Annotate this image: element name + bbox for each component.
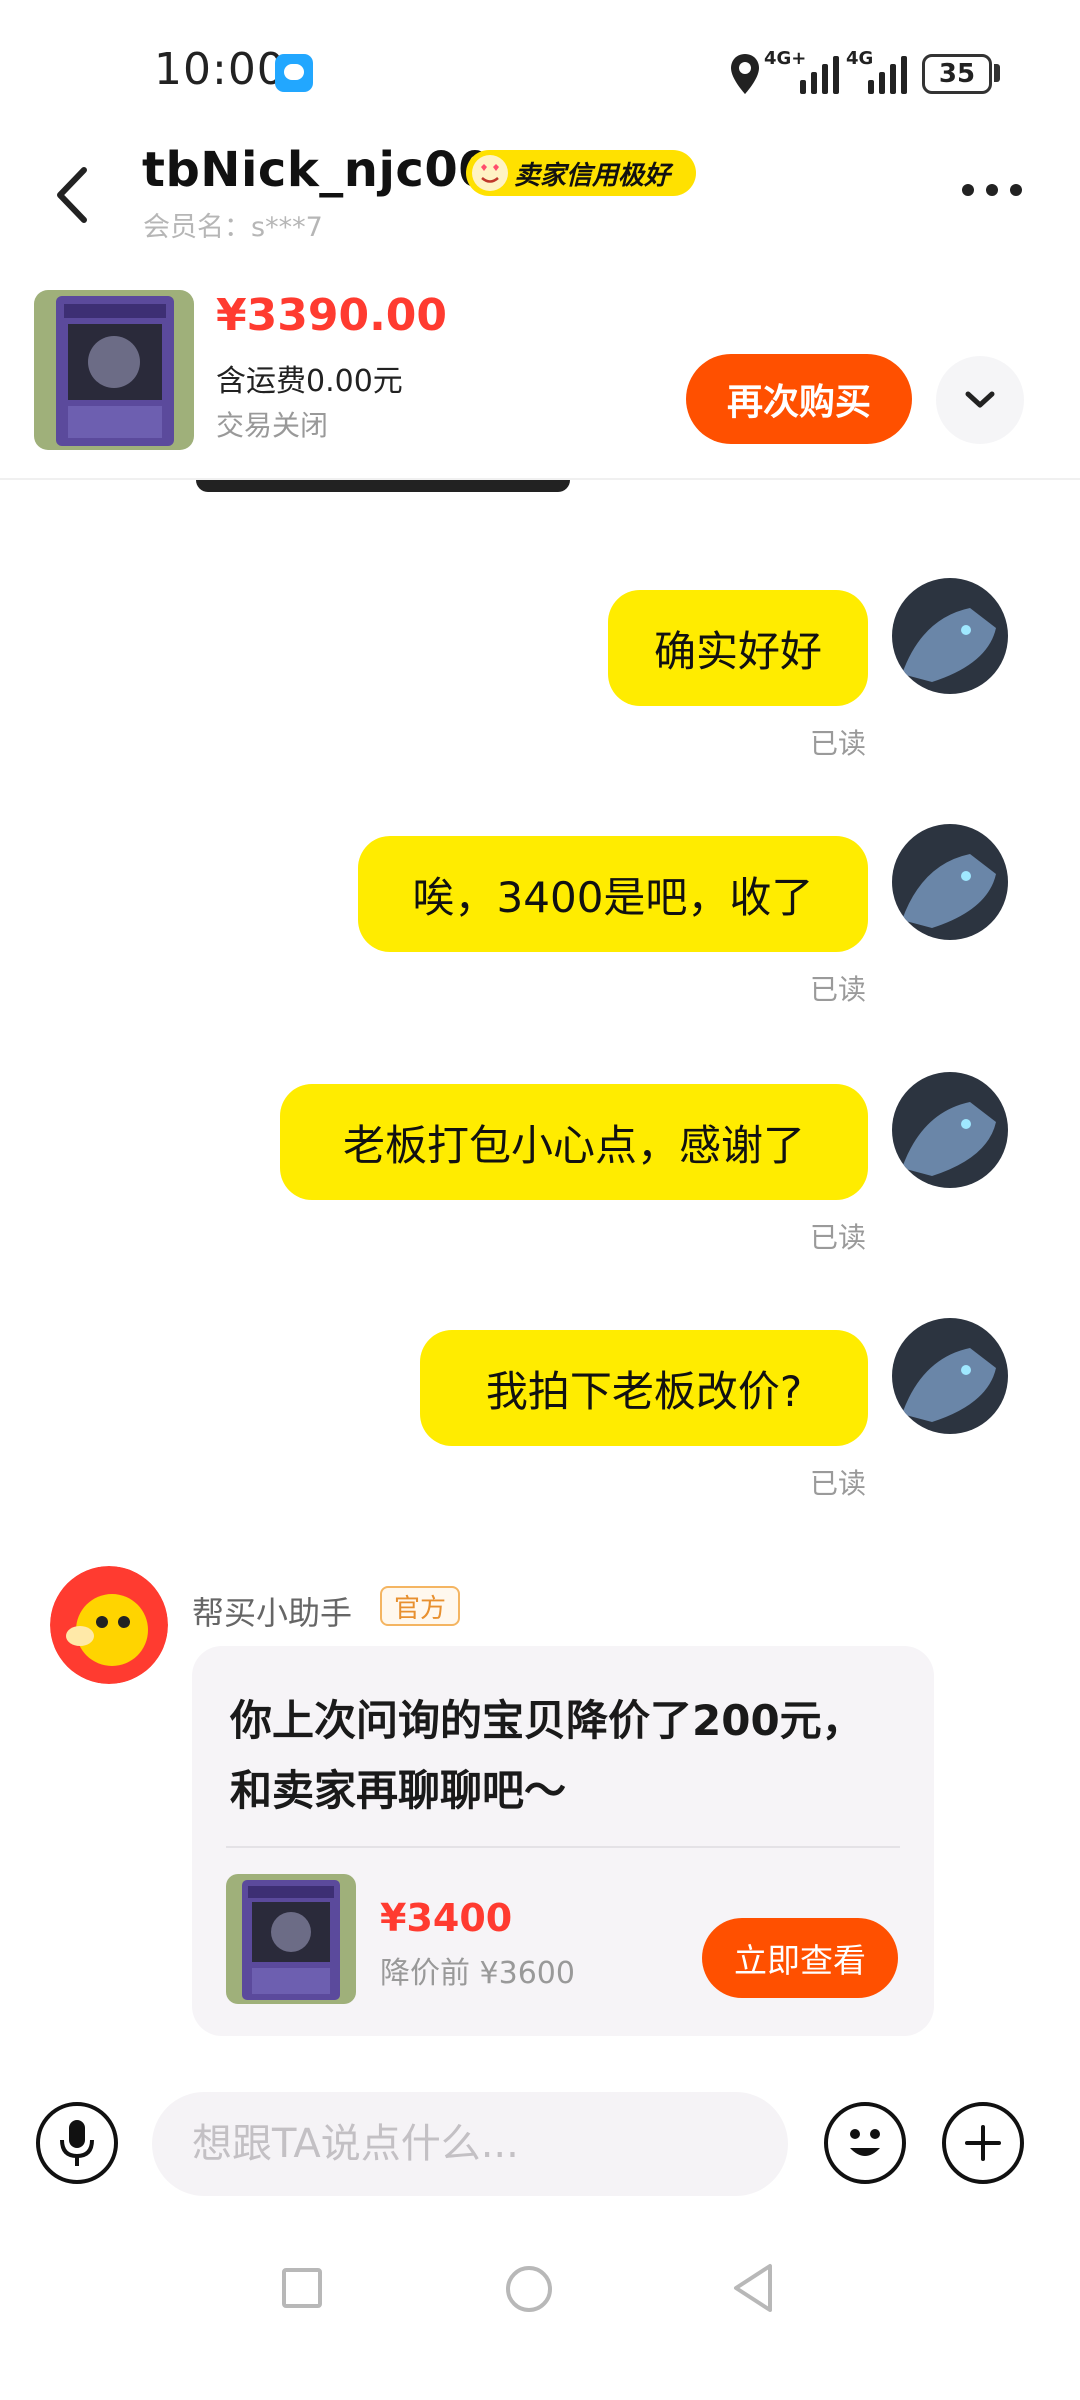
credit-badge-label: 卖家信用极好 (514, 160, 671, 191)
seller-name[interactable]: tbNick_njc00 (142, 142, 492, 198)
voice-button[interactable] (36, 2102, 118, 2184)
recents-icon[interactable] (282, 2268, 322, 2308)
message-input[interactable] (152, 2092, 788, 2196)
expand-button[interactable] (936, 356, 1024, 444)
previous-image-message[interactable] (196, 480, 570, 492)
card-old-price: 降价前 ¥3600 (380, 1956, 575, 1991)
status-time: 10:00 (154, 44, 286, 95)
emoji-icon (850, 2129, 880, 2156)
back-nav-icon[interactable] (730, 2262, 776, 2314)
location-icon (731, 54, 759, 94)
read-status: 已读 (810, 727, 867, 760)
card-image (34, 290, 194, 450)
battery-tip (994, 64, 1000, 82)
signal-bars-1 (800, 54, 839, 94)
read-status: 已读 (810, 1221, 867, 1254)
card-message: 你上次问询的宝贝降价了200元，和卖家再聊聊吧～ (230, 1696, 864, 1815)
user-avatar[interactable] (892, 1318, 1008, 1434)
member-name: 会员名：s***7 (143, 212, 323, 243)
user-avatar[interactable] (892, 1072, 1008, 1188)
plus-button[interactable] (942, 2102, 1024, 2184)
chevron-down-icon (965, 391, 995, 408)
product-thumbnail[interactable] (34, 290, 194, 450)
official-badge: 官方 (380, 1586, 460, 1626)
chat-bubble-2[interactable]: 唉，3400是吧，收了 (358, 836, 868, 952)
trade-status: 交易关闭 (216, 409, 329, 442)
user-avatar[interactable] (892, 578, 1008, 694)
view-now-button[interactable]: 立即查看 (702, 1918, 898, 1998)
user-avatar[interactable] (892, 824, 1008, 940)
rebuy-button[interactable]: 再次购买 (686, 354, 912, 444)
home-icon[interactable] (506, 2266, 552, 2312)
heart-eyes-emoji-icon (472, 155, 508, 191)
signal-bars-2 (868, 54, 907, 94)
card-divider (226, 1846, 900, 1848)
card-product-thumbnail[interactable] (226, 1874, 356, 2004)
emoji-button[interactable] (824, 2102, 906, 2184)
battery-icon: 35 (922, 54, 992, 94)
read-status: 已读 (810, 1467, 867, 1500)
back-icon[interactable] (48, 160, 98, 230)
assistant-avatar[interactable] (50, 1566, 168, 1684)
credit-badge[interactable]: 卖家信用极好 (466, 150, 696, 196)
shipping-fee: 含运费0.00元 (216, 364, 403, 399)
chat-bubble-3[interactable]: 老板打包小心点，感谢了 (280, 1084, 868, 1200)
chat-bubble-4[interactable]: 我拍下老板改价? (420, 1330, 868, 1446)
card-price: ¥3400 (380, 1896, 513, 1940)
card-image (226, 1874, 356, 2004)
plus-icon (965, 2125, 1001, 2161)
assistant-name: 帮买小助手 (192, 1594, 353, 1632)
read-status: 已读 (810, 973, 867, 1006)
product-price: ¥3390.00 (216, 290, 448, 341)
chat-bubble-1[interactable]: 确实好好 (608, 590, 868, 706)
microphone-icon (60, 2120, 94, 2166)
message-icon (275, 54, 313, 92)
more-icon[interactable] (960, 180, 1024, 200)
